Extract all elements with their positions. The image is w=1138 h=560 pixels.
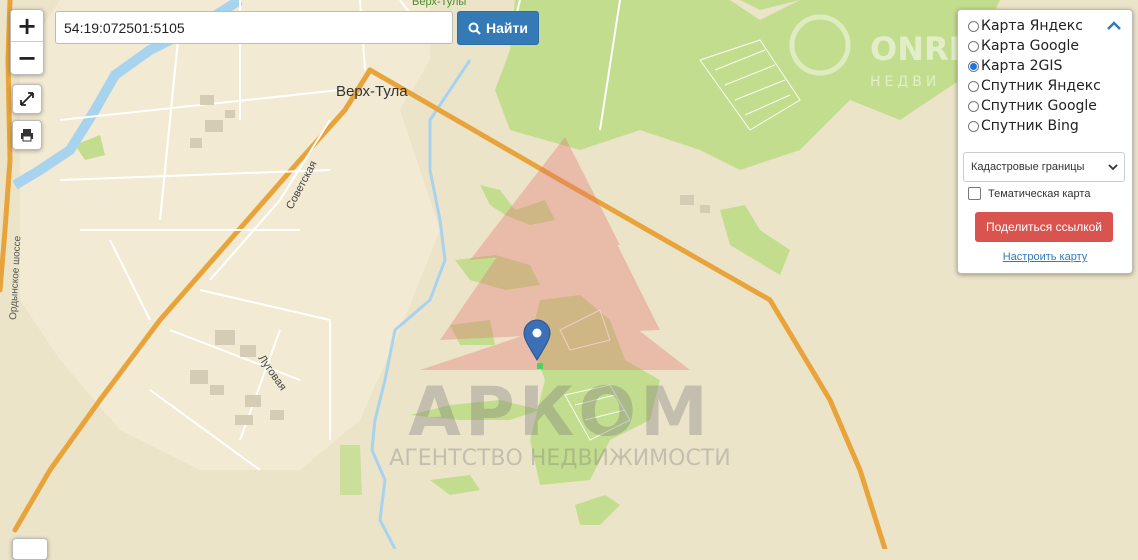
print-button[interactable] — [12, 120, 42, 150]
layer-option-yandex-map[interactable]: Карта Яндекс — [968, 18, 1083, 34]
overlay-layer-value: Кадастровые границы — [971, 161, 1085, 173]
corner-watermark-sub: НЕДВИ — [870, 74, 940, 90]
layer-option-google-satellite[interactable]: Спутник Google — [968, 98, 1097, 114]
village-top-label: Верх-Тулы — [412, 0, 466, 8]
configure-map-link[interactable]: Настроить карту — [958, 251, 1132, 263]
layer-option-label: Спутник Яндекс — [981, 78, 1101, 94]
radio-button[interactable] — [968, 80, 979, 92]
chevron-up-icon[interactable] — [1106, 20, 1122, 32]
expand-icon — [20, 92, 34, 106]
thematic-map-label: Тематическая карта — [988, 187, 1091, 200]
thematic-map-checkbox[interactable] — [968, 187, 981, 200]
layer-option-label: Спутник Bing — [981, 118, 1079, 134]
chevron-down-icon — [1108, 164, 1118, 171]
share-link-label: Поделиться ссылкой — [986, 220, 1102, 234]
radio-button[interactable] — [968, 20, 979, 32]
search-icon — [468, 22, 481, 35]
layer-option-2gis-map[interactable]: Карта 2GIS — [968, 58, 1062, 74]
layer-option-bing-satellite[interactable]: Спутник Bing — [968, 118, 1079, 134]
cadastral-search-input[interactable] — [55, 11, 453, 44]
printer-icon — [21, 129, 33, 142]
radio-button[interactable] — [968, 40, 979, 52]
layer-option-google-map[interactable]: Карта Google — [968, 38, 1079, 54]
thematic-map-toggle[interactable]: Тематическая карта — [968, 187, 1090, 200]
layer-option-label: Спутник Google — [981, 98, 1097, 114]
village-label: Верх-Тула — [336, 83, 408, 100]
overlay-layer-select[interactable]: Кадастровые границы — [963, 152, 1125, 182]
layer-option-label: Карта 2GIS — [981, 58, 1063, 74]
radio-button-selected[interactable] — [968, 60, 979, 72]
fullscreen-button[interactable] — [12, 84, 42, 114]
find-button[interactable]: Найти — [457, 11, 539, 45]
layer-option-yandex-satellite[interactable]: Спутник Яндекс — [968, 78, 1101, 94]
map-layer-panel: Карта Яндекс Карта Google Карта 2GIS Спу… — [957, 9, 1133, 274]
zoom-control: + − — [10, 9, 44, 75]
find-button-label: Найти — [486, 20, 528, 36]
layer-option-label: Карта Google — [981, 38, 1079, 54]
radio-button[interactable] — [968, 100, 979, 112]
layer-option-label: Карта Яндекс — [981, 18, 1083, 34]
zoom-out-button[interactable]: − — [11, 42, 43, 73]
bottom-control-button[interactable] — [12, 538, 48, 560]
parcel-marker — [537, 363, 543, 369]
watermark-tagline: АГЕНТСТВО НЕДВИЖИМОСТИ — [389, 446, 730, 471]
watermark-brand: АРКОМ — [408, 373, 712, 452]
zoom-in-button[interactable]: + — [11, 10, 43, 42]
radio-button[interactable] — [968, 120, 979, 132]
share-link-button[interactable]: Поделиться ссылкой — [975, 212, 1113, 242]
